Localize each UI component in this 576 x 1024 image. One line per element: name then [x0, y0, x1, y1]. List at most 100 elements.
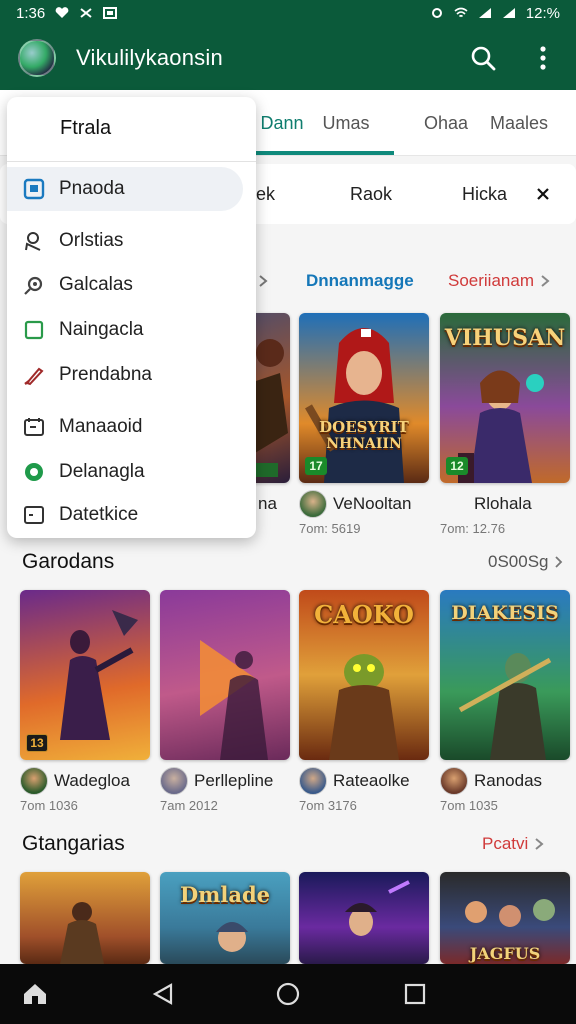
- notification-mute-icon: [80, 8, 92, 18]
- game-subtitle: 7om: 12.76: [440, 521, 506, 536]
- game-art-text: DIAKESIS: [451, 602, 559, 624]
- avatar: [299, 490, 327, 518]
- rating-badge: 17: [305, 457, 327, 475]
- battery-text: 12:%: [525, 4, 560, 22]
- chip-0[interactable]: ek: [256, 164, 275, 224]
- game-art: VIHUSAN 12: [440, 313, 570, 483]
- section-2-header: Garodans 0S00Sg: [0, 544, 576, 580]
- avatar: [299, 767, 327, 795]
- square-info-icon: [21, 176, 47, 202]
- game-art-text: JAGFUS: [469, 944, 541, 963]
- rating-badge: 13: [26, 734, 48, 752]
- checkbox-icon: [21, 317, 47, 343]
- section-3-header: Gtangarias Pcatvi: [0, 826, 576, 862]
- calendar-icon: [21, 414, 47, 440]
- chevron-right-icon: [259, 275, 268, 287]
- brush-icon: [21, 362, 47, 388]
- game-title-partial: na: [258, 494, 277, 513]
- menu-item-label: Galcalas: [59, 274, 133, 295]
- menu-item-label: Manaaoid: [59, 416, 143, 437]
- section-1-prev-chevron[interactable]: [258, 274, 268, 288]
- game-card[interactable]: [20, 872, 150, 964]
- menu-item-label: Datetkice: [59, 504, 139, 525]
- game-subtitle: 7om 1035: [440, 798, 498, 813]
- section-2-see-all[interactable]: 0S00Sg: [488, 552, 563, 572]
- search-button[interactable]: [468, 43, 498, 73]
- game-art: DOESYRIT NHNAIIN 17: [299, 313, 429, 483]
- game-art: CAOKO: [299, 590, 429, 760]
- menu-item-1[interactable]: Orlstias: [7, 219, 256, 263]
- tab-indicator: [256, 151, 394, 155]
- game-card[interactable]: DIAKESIS Ranodas 7om 1035: [440, 590, 570, 813]
- game-title: VeNooltan: [333, 494, 412, 513]
- app-logo[interactable]: [18, 39, 56, 77]
- section-3-see-all[interactable]: Pcatvi: [482, 834, 544, 854]
- game-subtitle: 7am 2012: [160, 798, 218, 813]
- game-card[interactable]: Perllepline 7am 2012: [160, 590, 290, 813]
- system-nav-bar: [0, 964, 576, 1024]
- menu-item-6[interactable]: Delanagla: [7, 450, 256, 494]
- tab-3[interactable]: Maales: [484, 90, 554, 156]
- recents-button[interactable]: [400, 979, 430, 1009]
- chevron-right-icon: [535, 838, 544, 850]
- green-circle-icon: [21, 459, 47, 485]
- signal-2-icon: [502, 8, 515, 18]
- settings-small-icon: [431, 8, 442, 18]
- back-button[interactable]: [148, 979, 178, 1009]
- wifi-icon: [454, 7, 468, 18]
- game-card[interactable]: CAOKO Rateaolke 7om 3176: [299, 590, 429, 813]
- person-outline-icon: [21, 228, 47, 254]
- game-card[interactable]: 13 Wadegloa 7om 1036: [20, 590, 150, 813]
- tab-1[interactable]: Umas: [314, 90, 378, 156]
- menu-item-label: Delanagla: [59, 461, 145, 482]
- game-title: Rlohala: [474, 494, 532, 513]
- tab-0[interactable]: Dann: [246, 90, 318, 156]
- menu-item-4[interactable]: Prendabna: [7, 353, 256, 397]
- chevron-right-icon: [554, 556, 562, 568]
- avatar: [440, 767, 468, 795]
- more-vert-icon: [540, 46, 546, 70]
- menu-item-5[interactable]: Manaaoid: [7, 405, 256, 449]
- game-card[interactable]: [299, 872, 429, 964]
- document-icon: [21, 502, 47, 528]
- recents-square-icon: [404, 983, 426, 1005]
- section-2-title: Garodans: [22, 550, 115, 573]
- game-art-text: VIHUSAN: [444, 325, 566, 351]
- avatar: [160, 767, 188, 795]
- section-1-link-red[interactable]: Soeriianam: [448, 271, 550, 291]
- menu-item-label: Orlstias: [59, 230, 124, 251]
- section-3-title: Gtangarias: [22, 832, 125, 855]
- section-1-link-red-label: Soeriianam: [448, 271, 534, 290]
- game-subtitle: 7om: 5619: [299, 521, 361, 536]
- game-art: Dmlade: [160, 872, 290, 964]
- menu-item-2[interactable]: Galcalas: [7, 263, 256, 307]
- tab-2[interactable]: Ohaa: [416, 90, 476, 156]
- chip-2[interactable]: Hicka: [462, 164, 507, 224]
- menu-divider: [7, 161, 256, 162]
- menu-item-7[interactable]: Datetkice: [7, 493, 256, 537]
- game-card[interactable]: Dmlade: [160, 872, 290, 964]
- more-options-button[interactable]: [528, 43, 558, 73]
- app-bar: Vikulilykaonsin: [0, 26, 576, 90]
- game-title: Wadegloa: [54, 771, 130, 790]
- menu-item-label: Naingacla: [59, 319, 144, 340]
- game-card[interactable]: DOESYRIT NHNAIIN 17 VeNooltan 7om: 5619: [299, 313, 429, 536]
- game-art-text-line-2: NHNAIIN: [326, 436, 402, 452]
- game-card[interactable]: VIHUSAN 12 Rlohala 7om: 12.76: [440, 313, 570, 536]
- home-icon: [24, 984, 46, 1004]
- close-chips-button[interactable]: [536, 164, 550, 224]
- section-1-link-blue[interactable]: Dnnanmagge: [306, 271, 414, 291]
- game-art: [20, 872, 150, 964]
- menu-item-label: Pnaoda: [59, 178, 125, 199]
- game-title: Rateaolke: [333, 771, 410, 790]
- game-card[interactable]: JAGFUS: [440, 872, 570, 964]
- home-shortcut-button[interactable]: [20, 979, 50, 1009]
- section-3-link-label: Pcatvi: [482, 834, 529, 853]
- dropdown-menu: Ftrala Pnaoda Orlstias Galcalas Naingacl…: [7, 97, 256, 538]
- menu-item-0[interactable]: Pnaoda: [7, 167, 243, 211]
- menu-item-3[interactable]: Naingacla: [7, 308, 256, 352]
- game-art-text: CAOKO: [314, 600, 414, 629]
- back-triangle-icon: [152, 983, 173, 1005]
- home-button[interactable]: [273, 979, 303, 1009]
- chip-1[interactable]: Raok: [350, 164, 392, 224]
